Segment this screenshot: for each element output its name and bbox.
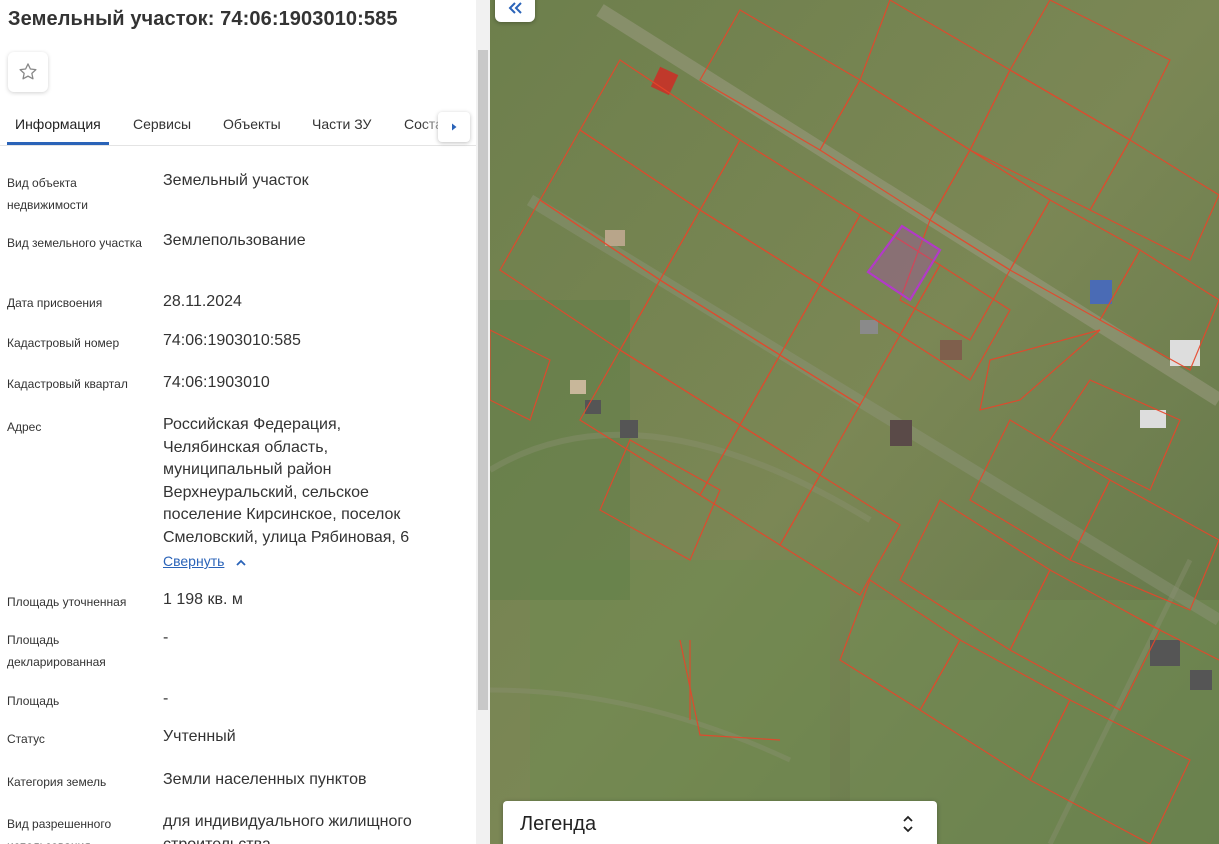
area-decl-value: -: [163, 629, 169, 646]
map-view[interactable]: [490, 0, 1219, 844]
info-panel: Земельный участок: 74:06:1903010:585 Инф…: [0, 0, 476, 844]
address-value: Российская Федерация, Челябинская област…: [163, 416, 410, 546]
area-decl-label: Площадь декларированная: [7, 633, 106, 669]
object-type-label: Вид объекта недвижимости: [7, 176, 88, 212]
category-value: Земли населенных пунктов: [163, 771, 367, 788]
collapse-address-link[interactable]: Свернуть: [163, 553, 224, 569]
address-label: Адрес: [7, 420, 42, 434]
arrow-right-icon: [452, 123, 457, 131]
area-label: Площадь: [7, 694, 60, 708]
assign-date-label: Дата присвоения: [7, 296, 103, 310]
chevron-up-down-icon[interactable]: [901, 812, 915, 836]
page-title: Земельный участок: 74:06:1903010:585: [8, 8, 398, 30]
tab-services[interactable]: Сервисы: [133, 116, 191, 132]
active-tab-indicator: [7, 142, 109, 145]
object-type-value: Земельный участок: [163, 172, 309, 189]
legend-title: Легенда: [520, 813, 597, 835]
category-label: Категория земель: [7, 775, 107, 789]
tab-bar: Информация Сервисы Объекты Части ЗУ Сост…: [0, 108, 476, 146]
double-chevron-left-icon: [508, 2, 522, 14]
cad-number-label: Кадастровый номер: [7, 336, 120, 350]
legend-panel[interactable]: Легенда: [503, 801, 937, 844]
chevron-up-icon[interactable]: [234, 556, 248, 570]
area-value: -: [163, 690, 169, 707]
favorite-button[interactable]: [8, 52, 48, 92]
status-value: Учтенный: [163, 728, 236, 745]
area-spec-label: Площадь уточненная: [7, 595, 127, 609]
cad-number-value[interactable]: 74:06:1903010:585: [163, 330, 463, 353]
tabs-scroll-right-button[interactable]: [438, 112, 470, 142]
scrollbar-thumb[interactable]: [478, 50, 488, 710]
tab-information[interactable]: Информация: [15, 116, 101, 132]
permitted-use-value: для индивидуального жилищного строительс…: [163, 813, 412, 844]
area-spec-value: 1 198 кв. м: [163, 591, 243, 608]
tab-parts[interactable]: Части ЗУ: [312, 116, 371, 132]
satellite-map[interactable]: [490, 0, 1219, 844]
panel-scrollbar[interactable]: [476, 0, 490, 844]
land-type-label: Вид земельного участка: [7, 236, 142, 250]
star-icon: [19, 63, 37, 80]
cad-block-label: Кадастровый квартал: [7, 377, 128, 391]
assign-date-value: 28.11.2024: [163, 293, 242, 310]
tab-objects[interactable]: Объекты: [223, 116, 281, 132]
cad-block-value[interactable]: 74:06:1903010: [163, 372, 463, 395]
status-label: Статус: [7, 732, 45, 746]
collapse-panel-button[interactable]: [495, 0, 535, 22]
permitted-use-label: Вид разрешенного использования: [7, 817, 112, 844]
land-type-value: Землепользование: [163, 232, 306, 249]
